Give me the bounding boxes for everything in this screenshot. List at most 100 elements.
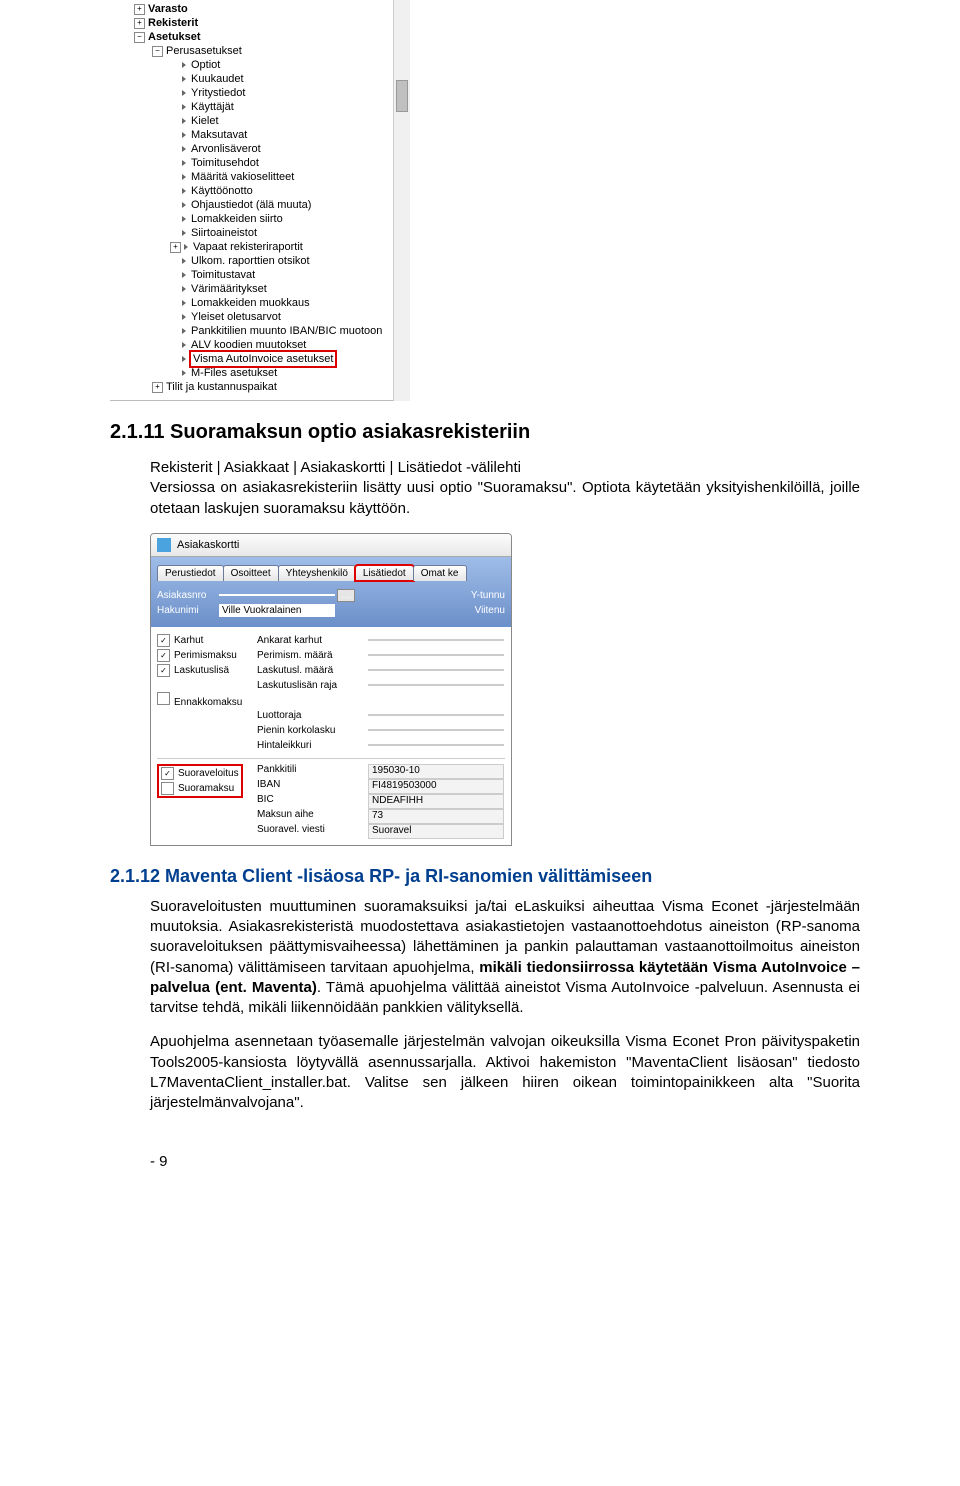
arrow-icon — [182, 90, 186, 96]
expand-icon[interactable]: + — [134, 4, 145, 15]
checkbox[interactable] — [161, 782, 174, 795]
arrow-icon — [182, 342, 186, 348]
tree-leaf[interactable]: Kielet — [118, 114, 410, 128]
value-field[interactable] — [368, 729, 504, 731]
checkbox[interactable]: ✓ — [161, 767, 174, 780]
tree-leaf[interactable]: Toimitusehdot — [118, 156, 410, 170]
arrow-icon — [182, 258, 186, 264]
bank-row: Maksun aihe73 — [257, 809, 505, 824]
text-input[interactable]: Ville Vuokralainen — [219, 604, 335, 617]
window-titlebar: Asiakaskortti — [151, 534, 511, 557]
tree-leaf[interactable]: Käyttäjät — [118, 100, 410, 114]
tree-node[interactable]: +Rekisterit — [118, 16, 410, 30]
section-2-1-12-heading: 2.1.12 Maventa Client -lisäosa RP- ja RI… — [110, 866, 960, 887]
expand-icon[interactable]: + — [152, 382, 163, 393]
option-row: Luottoraja — [157, 708, 505, 723]
lookup-button[interactable]: … — [337, 589, 355, 602]
arrow-icon — [182, 104, 186, 110]
tree-leaf[interactable]: Ohjaustiedot (älä muuta) — [118, 198, 410, 212]
tree-leaf[interactable]: Määritä vakioselitteet — [118, 170, 410, 184]
collapse-icon[interactable]: − — [152, 46, 163, 57]
page-number: - 9 — [150, 1153, 960, 1170]
arrow-icon — [182, 216, 186, 222]
window-title: Asiakaskortti — [177, 539, 239, 551]
value-field[interactable] — [368, 669, 504, 671]
arrow-icon — [182, 146, 186, 152]
arrow-icon — [182, 62, 186, 68]
value-field[interactable] — [368, 684, 504, 686]
bank-row: Suoravel. viestiSuoravel — [257, 824, 505, 839]
tree-leaf[interactable]: Toimitustavat — [118, 268, 410, 282]
tree-leaf-highlighted[interactable]: Visma AutoInvoice asetukset — [118, 352, 410, 366]
option-row: ✓Suoraveloitus — [161, 766, 239, 781]
tree-leaf[interactable]: Optiot — [118, 58, 410, 72]
tree-leaf[interactable]: Lomakkeiden muokkaus — [118, 296, 410, 310]
text-input[interactable] — [219, 594, 335, 596]
arrow-icon — [182, 132, 186, 138]
checkbox[interactable]: ✓ — [157, 634, 170, 647]
expand-icon[interactable]: + — [170, 242, 181, 253]
section-2-1-11-heading: 2.1.11 Suoramaksun optio asiakasrekister… — [110, 421, 960, 444]
arrow-icon — [182, 202, 186, 208]
arrow-icon — [182, 314, 186, 320]
tree-leaf[interactable]: Maksutavat — [118, 128, 410, 142]
tree-node[interactable]: −Asetukset — [118, 30, 410, 44]
value-field[interactable] — [368, 714, 504, 716]
tab-lisätiedot[interactable]: Lisätiedot — [355, 565, 414, 581]
tree-leaf[interactable]: Lomakkeiden siirto — [118, 212, 410, 226]
tab-yhteyshenkilö[interactable]: Yhteyshenkilö — [278, 565, 356, 581]
value-field[interactable]: NDEAFIHH — [368, 794, 504, 809]
tab-perustiedot[interactable]: Perustiedot — [157, 565, 224, 581]
tree-leaf[interactable]: Siirtoaineistot — [118, 226, 410, 240]
arrow-icon — [184, 244, 188, 250]
field-row: Asiakasnro…Y-tunnu — [157, 589, 505, 602]
tree-leaf[interactable]: Ulkom. raporttien otsikot — [118, 254, 410, 268]
option-row: Laskutuslisän raja — [157, 678, 505, 693]
checkbox[interactable]: ✓ — [157, 664, 170, 677]
option-row: Suoramaksu — [161, 781, 239, 796]
tree-leaf[interactable]: Yleiset oletusarvot — [118, 310, 410, 324]
tab-osoitteet[interactable]: Osoitteet — [223, 565, 279, 581]
arrow-icon — [182, 188, 186, 194]
settings-tree-screenshot: +Varasto+Rekisterit−Asetukset−Perusasetu… — [110, 0, 410, 401]
checkbox[interactable] — [157, 692, 170, 705]
tree-leaf[interactable]: Käyttöönotto — [118, 184, 410, 198]
tree-leaf[interactable]: Kuukaudet — [118, 72, 410, 86]
arrow-icon — [182, 370, 186, 376]
tree-leaf[interactable]: Pankkitilien muunto IBAN/BIC muotoon — [118, 324, 410, 338]
bank-row: BICNDEAFIHH — [257, 794, 505, 809]
option-row: Pienin korkolasku — [157, 723, 505, 738]
tree-leaf[interactable]: Arvonlisäverot — [118, 142, 410, 156]
value-field[interactable] — [368, 654, 504, 656]
option-row: ✓PerimismaksuPerimism. määrä — [157, 648, 505, 663]
scrollbar[interactable] — [393, 0, 410, 401]
tree-node[interactable]: +Varasto — [118, 2, 410, 16]
asiakaskortti-screenshot: Asiakaskortti PerustiedotOsoitteetYhteys… — [150, 533, 512, 846]
scrollbar-thumb[interactable] — [396, 80, 408, 112]
bank-row: Pankkitili195030-10 — [257, 764, 505, 779]
tree-node[interactable]: +Tilit ja kustannuspaikat — [118, 380, 410, 394]
tab-strip: PerustiedotOsoitteetYhteyshenkilöLisätie… — [157, 565, 505, 581]
tree-leaf[interactable]: Värimääritykset — [118, 282, 410, 296]
arrow-icon — [182, 230, 186, 236]
value-field[interactable]: 195030-10 — [368, 764, 504, 779]
collapse-icon[interactable]: − — [134, 32, 145, 43]
arrow-icon — [182, 174, 186, 180]
suoramaksu-highlight: ✓SuoraveloitusSuoramaksu — [157, 764, 243, 798]
value-field[interactable] — [368, 744, 504, 746]
section-2-1-12-p1: Suoraveloitusten muuttuminen suoramaksui… — [150, 897, 860, 1019]
value-field[interactable]: Suoravel — [368, 824, 504, 839]
value-field[interactable]: FI4819503000 — [368, 779, 504, 794]
tree-leaf[interactable]: Yritystiedot — [118, 86, 410, 100]
tree-node[interactable]: −Perusasetukset — [118, 44, 410, 58]
tree-leaf[interactable]: M-Files asetukset — [118, 366, 410, 380]
field-row: HakunimiVille VuokralainenViitenu — [157, 604, 505, 617]
value-field[interactable] — [368, 639, 504, 641]
tab-omat ke[interactable]: Omat ke — [413, 565, 467, 581]
app-icon — [157, 538, 171, 552]
checkbox[interactable]: ✓ — [157, 649, 170, 662]
value-field[interactable]: 73 — [368, 809, 504, 824]
arrow-icon — [182, 286, 186, 292]
tree-leaf[interactable]: +Vapaat rekisteriraportit — [118, 240, 410, 254]
expand-icon[interactable]: + — [134, 18, 145, 29]
